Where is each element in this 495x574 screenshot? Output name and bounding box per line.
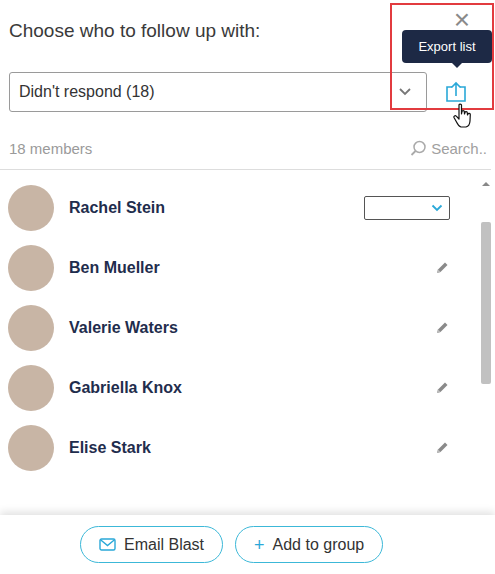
row-action [364, 381, 450, 395]
member-row[interactable]: Rachel Stein [0, 178, 450, 238]
row-action [364, 196, 450, 220]
scroll-thumb[interactable] [481, 222, 491, 384]
button-label: Email Blast [124, 536, 204, 554]
member-avatar [8, 245, 54, 291]
pencil-icon[interactable] [435, 381, 449, 395]
member-row[interactable]: Valerie Waters [0, 298, 450, 358]
summary-row: 18 members Search.. [0, 140, 491, 170]
tooltip-label: Export list [418, 39, 475, 54]
search-icon [410, 140, 427, 157]
member-name: Valerie Waters [69, 319, 364, 337]
member-row[interactable]: Elise Stark [0, 418, 450, 478]
hand-cursor-icon [453, 103, 473, 129]
pencil-icon[interactable] [435, 441, 449, 455]
row-action [364, 321, 450, 335]
member-avatar [8, 365, 54, 411]
pencil-icon[interactable] [435, 321, 449, 335]
filter-row: Didn't respond (18) [0, 72, 495, 112]
scroll-track [481, 188, 491, 515]
follow-up-panel: Choose who to follow up with: Didn't res… [0, 0, 495, 574]
member-avatar [8, 425, 54, 471]
member-list-area: Rachel Stein Ben Mueller Valerie Waters … [0, 170, 495, 515]
member-list: Rachel Stein Ben Mueller Valerie Waters … [0, 178, 479, 515]
search-field[interactable]: Search.. [410, 140, 487, 157]
member-avatar [8, 305, 54, 351]
search-placeholder: Search.. [431, 140, 487, 157]
export-button[interactable] [427, 81, 485, 103]
export-tooltip: Export list [402, 30, 492, 63]
scrollbar[interactable] [479, 178, 493, 515]
row-action [364, 261, 450, 275]
scroll-up-icon[interactable] [481, 180, 491, 188]
chevron-down-icon [431, 204, 443, 212]
member-count: 18 members [9, 140, 92, 157]
row-action [364, 441, 450, 455]
footer: Email Blast + Add to group [0, 515, 495, 574]
member-name: Ben Mueller [69, 259, 364, 277]
pencil-icon[interactable] [435, 261, 449, 275]
member-name: Gabriella Knox [69, 379, 364, 397]
tooltip-arrow [452, 63, 462, 68]
member-name: Elise Stark [69, 439, 364, 457]
member-name: Rachel Stein [69, 199, 364, 217]
footer-button[interactable]: + Add to group [235, 526, 383, 563]
filter-dropdown[interactable]: Didn't respond (18) [9, 72, 427, 112]
button-label: Add to group [273, 536, 365, 554]
footer-button[interactable]: Email Blast [80, 526, 223, 563]
plus-icon: + [254, 536, 265, 554]
member-avatar [8, 185, 54, 231]
member-row[interactable]: Gabriella Knox [0, 358, 450, 418]
member-row[interactable]: Ben Mueller [0, 238, 450, 298]
status-dropdown[interactable] [364, 196, 450, 220]
export-icon [445, 81, 467, 103]
filter-value: Didn't respond (18) [19, 83, 155, 101]
mail-icon [99, 538, 116, 551]
chevron-down-icon [398, 87, 412, 97]
